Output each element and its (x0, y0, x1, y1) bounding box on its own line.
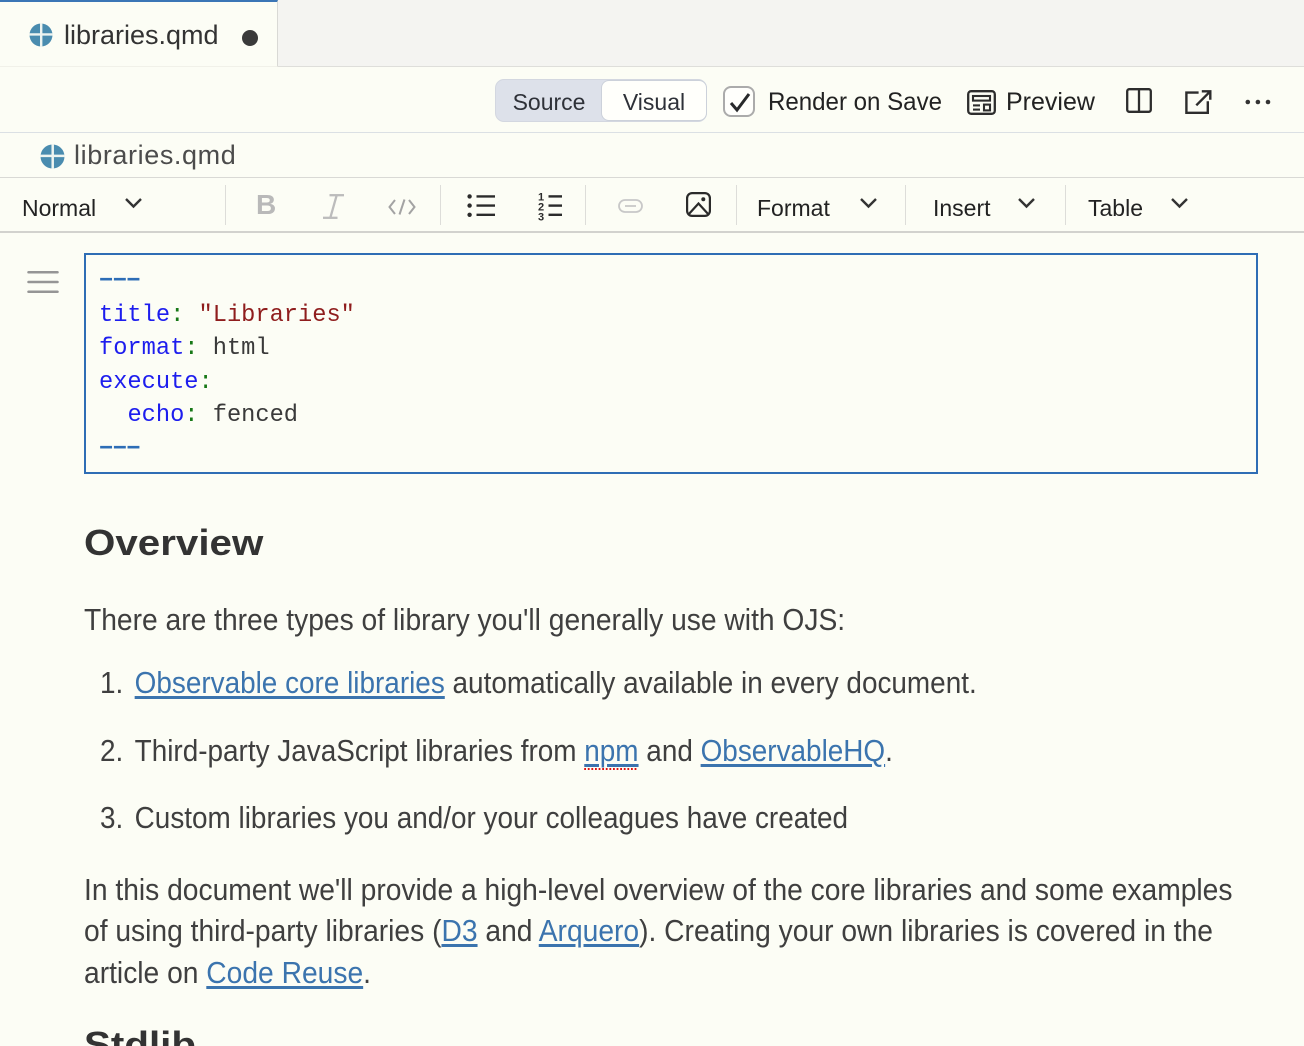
svg-text:3: 3 (538, 212, 544, 222)
